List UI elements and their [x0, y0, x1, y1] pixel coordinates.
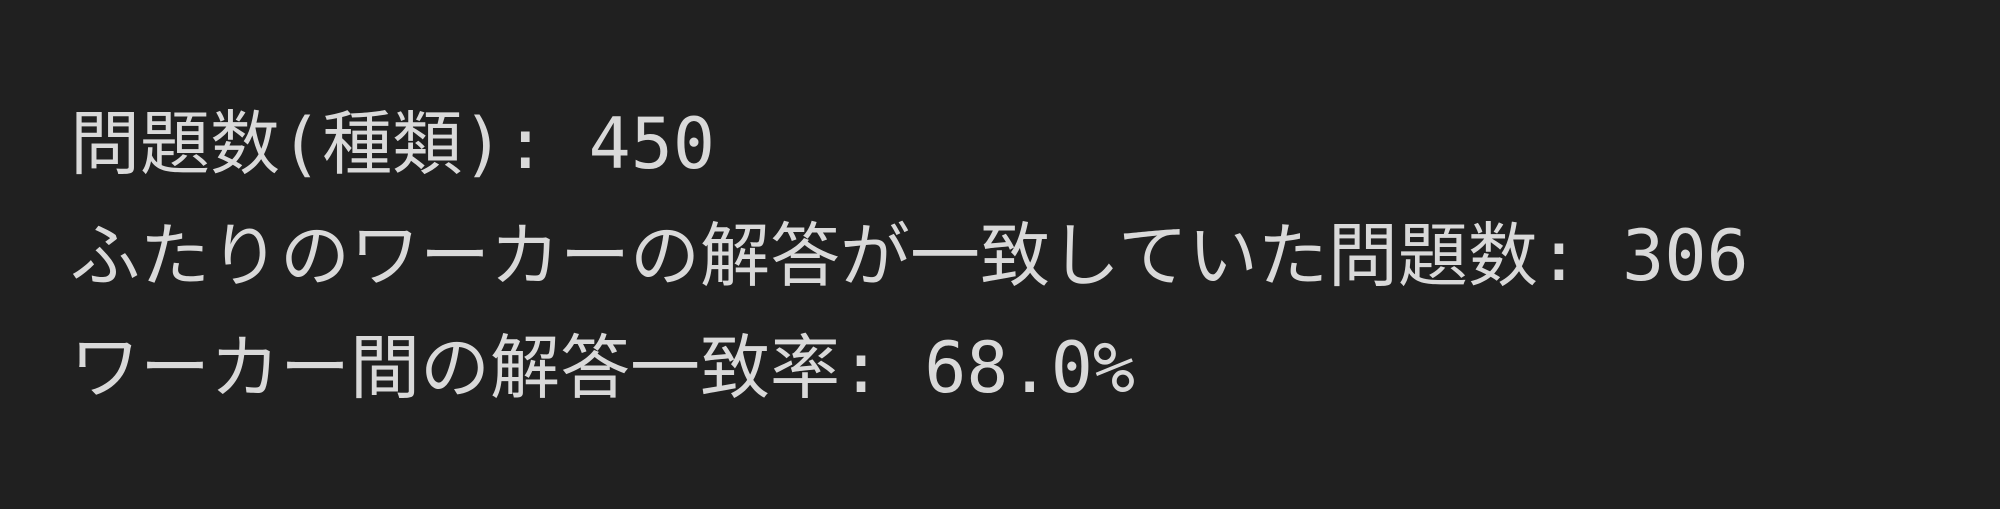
output-line-matching-answers: ふたりのワーカーの解答が一致していた問題数: 306 [70, 215, 1749, 297]
console-output: 問題数(種類): 450 ふたりのワーカーの解答が一致していた問題数: 306 … [0, 0, 2000, 509]
output-line-agreement-rate: ワーカー間の解答一致率: 68.0% [70, 327, 1136, 409]
output-line-question-count: 問題数(種類): 450 [70, 103, 716, 185]
